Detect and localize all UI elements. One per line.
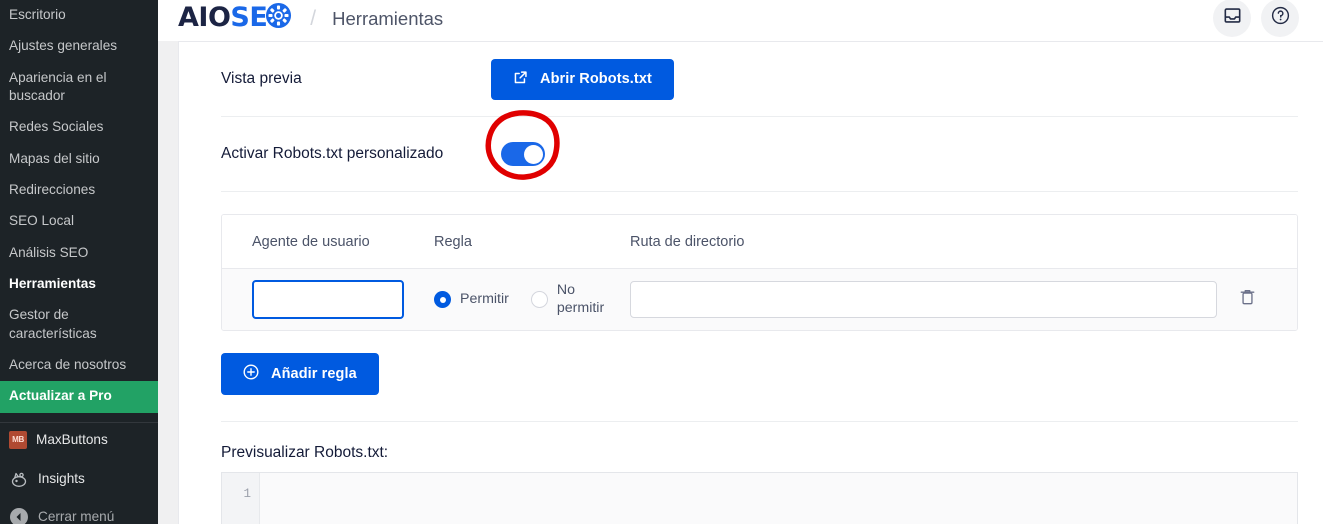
sidebar-item-apariencia-buscador[interactable]: Apariencia en el buscador (0, 63, 158, 113)
sidebar-item-herramientas[interactable]: Herramientas (0, 269, 158, 300)
sidebar-item-redirecciones[interactable]: Redirecciones (0, 175, 158, 206)
sidebar-item-maxbuttons[interactable]: MB MaxButtons (0, 423, 158, 457)
directory-path-cell (630, 281, 1217, 318)
toggle-knob (523, 144, 543, 164)
radio-disallow[interactable]: No permitir (530, 281, 619, 318)
sidebar-item-label: SEO Local (9, 213, 74, 229)
radio-allow-label: Permitir (460, 290, 509, 307)
preview-row: Vista previa Abrir Robots.txt (221, 42, 1298, 116)
wordpress-admin-sidebar: Escritorio Ajustes generales Apariencia … (0, 0, 158, 524)
robots-txt-settings-card: Vista previa Abrir Robots.txt Activar Ro… (178, 41, 1323, 524)
sidebar-item-label: Escritorio (9, 7, 66, 22)
sidebar-item-actualizar-a-pro[interactable]: Actualizar a Pro (0, 381, 158, 413)
enable-custom-robots-row: Activar Robots.txt personalizado (221, 110, 1298, 191)
enable-custom-robots-label: Activar Robots.txt personalizado (221, 145, 444, 162)
radio-disallow-label: No permitir (556, 281, 605, 316)
sidebar-item-ajustes-generales[interactable]: Ajustes generales (0, 31, 158, 62)
external-link-icon (513, 70, 528, 89)
rules-table-header: Agente de usuario Regla Ruta de director… (222, 215, 1297, 269)
add-rule-wrap: Añadir regla (221, 353, 1298, 395)
sidebar-item-label: Ajustes generales (9, 38, 118, 54)
sidebar-item-label: Análisis SEO (9, 244, 89, 260)
user-agent-input[interactable] (252, 280, 404, 319)
add-rule-label: Añadir regla (271, 366, 357, 382)
column-header-user-agent: Agente de usuario (252, 233, 370, 250)
sidebar-item-label: Gestor de características (9, 307, 97, 341)
collapse-arrow-icon (9, 507, 29, 524)
preview-robots-title: Previsualizar Robots.txt: (221, 444, 389, 461)
sidebar-item-insights[interactable]: Insights (0, 457, 158, 497)
sidebar-item-label: Redes Sociales (9, 119, 104, 135)
sidebar-item-escritorio[interactable]: Escritorio (0, 0, 158, 31)
sidebar-item-label: MaxButtons (36, 432, 108, 448)
inbox-icon (1224, 7, 1241, 29)
sidebar-item-acerca-de-nosotros[interactable]: Acerca de nosotros (0, 350, 158, 381)
radio-allow[interactable]: Permitir (434, 291, 509, 309)
logo-text-aio: AIO (178, 2, 231, 33)
trash-icon[interactable] (1239, 288, 1256, 311)
robots-rules-table: Agente de usuario Regla Ruta de director… (221, 214, 1298, 331)
column-header-directory-path: Ruta de directorio (630, 233, 745, 250)
card-inner: Vista previa Abrir Robots.txt Activar Ro… (179, 42, 1323, 524)
aioseo-app: AIO SE / Herramientas Vista previa Abrir… (158, 0, 1323, 524)
breadcrumb-separator: / (310, 6, 317, 30)
sidebar-item-label: Herramientas (9, 276, 96, 292)
robots-txt-code-editor[interactable]: 1 (221, 472, 1298, 524)
user-agent-cell (252, 280, 434, 319)
sidebar-item-label: Insights (38, 471, 85, 487)
sidebar-divider (0, 412, 158, 422)
header-actions (1213, 0, 1299, 37)
enable-custom-robots-toggle[interactable] (501, 142, 545, 166)
plus-circle-icon (243, 364, 259, 384)
sidebar-item-label: Mapas del sitio (9, 150, 100, 166)
notifications-button[interactable] (1213, 0, 1251, 37)
maxbuttons-badge-label: MB (12, 435, 24, 445)
editor-line-numbers: 1 (222, 473, 260, 524)
page-title: Herramientas (332, 7, 444, 29)
directory-path-input[interactable] (630, 281, 1217, 318)
sidebar-collapse-menu-button[interactable]: Cerrar menú (0, 497, 158, 524)
help-button[interactable] (1261, 0, 1299, 37)
rule-radio-group: Permitir No permitir (434, 282, 630, 318)
sidebar-item-label: Redirecciones (9, 182, 96, 198)
sidebar-item-mapas-del-sitio[interactable]: Mapas del sitio (0, 144, 158, 175)
app-header: AIO SE / Herramientas (158, 0, 1323, 41)
editor-code-area[interactable] (260, 473, 1297, 524)
toggle-zone (485, 110, 613, 184)
row-divider-3 (221, 421, 1298, 422)
sidebar-item-label: Actualizar a Pro (9, 388, 112, 404)
preview-row-label: Vista previa (221, 70, 302, 87)
sidebar-item-seo-local[interactable]: SEO Local (0, 206, 158, 237)
maxbuttons-icon: MB (9, 430, 27, 449)
sidebar-item-redes-sociales[interactable]: Redes Sociales (0, 112, 158, 143)
aioseo-logo[interactable]: AIO SE (178, 2, 292, 34)
open-robots-txt-button[interactable]: Abrir Robots.txt (491, 58, 674, 100)
radio-allow-control[interactable] (434, 291, 451, 308)
sidebar-item-gestor-caracteristicas[interactable]: Gestor de características (0, 300, 158, 350)
line-number: 1 (243, 487, 251, 501)
delete-rule-cell (1217, 288, 1277, 311)
sidebar-item-label: Cerrar menú (38, 509, 115, 524)
logo-gear-icon (265, 2, 292, 34)
screen-root: Escritorio Ajustes generales Apariencia … (0, 0, 1323, 524)
add-rule-button[interactable]: Añadir regla (221, 353, 379, 395)
help-circle-icon (1271, 6, 1290, 30)
open-robots-txt-label: Abrir Robots.txt (540, 71, 652, 87)
logo-text-seo: SE (230, 2, 268, 33)
row-divider-2 (221, 191, 1298, 192)
sidebar-item-label: Acerca de nosotros (9, 357, 127, 373)
insights-icon (9, 469, 29, 489)
radio-disallow-control[interactable] (530, 291, 548, 308)
table-row: Permitir No permitir (222, 269, 1297, 330)
sidebar-item-analisis-seo[interactable]: Análisis SEO (0, 238, 158, 269)
sidebar-item-label: Apariencia en el buscador (9, 69, 107, 104)
column-header-rule: Regla (434, 233, 472, 250)
